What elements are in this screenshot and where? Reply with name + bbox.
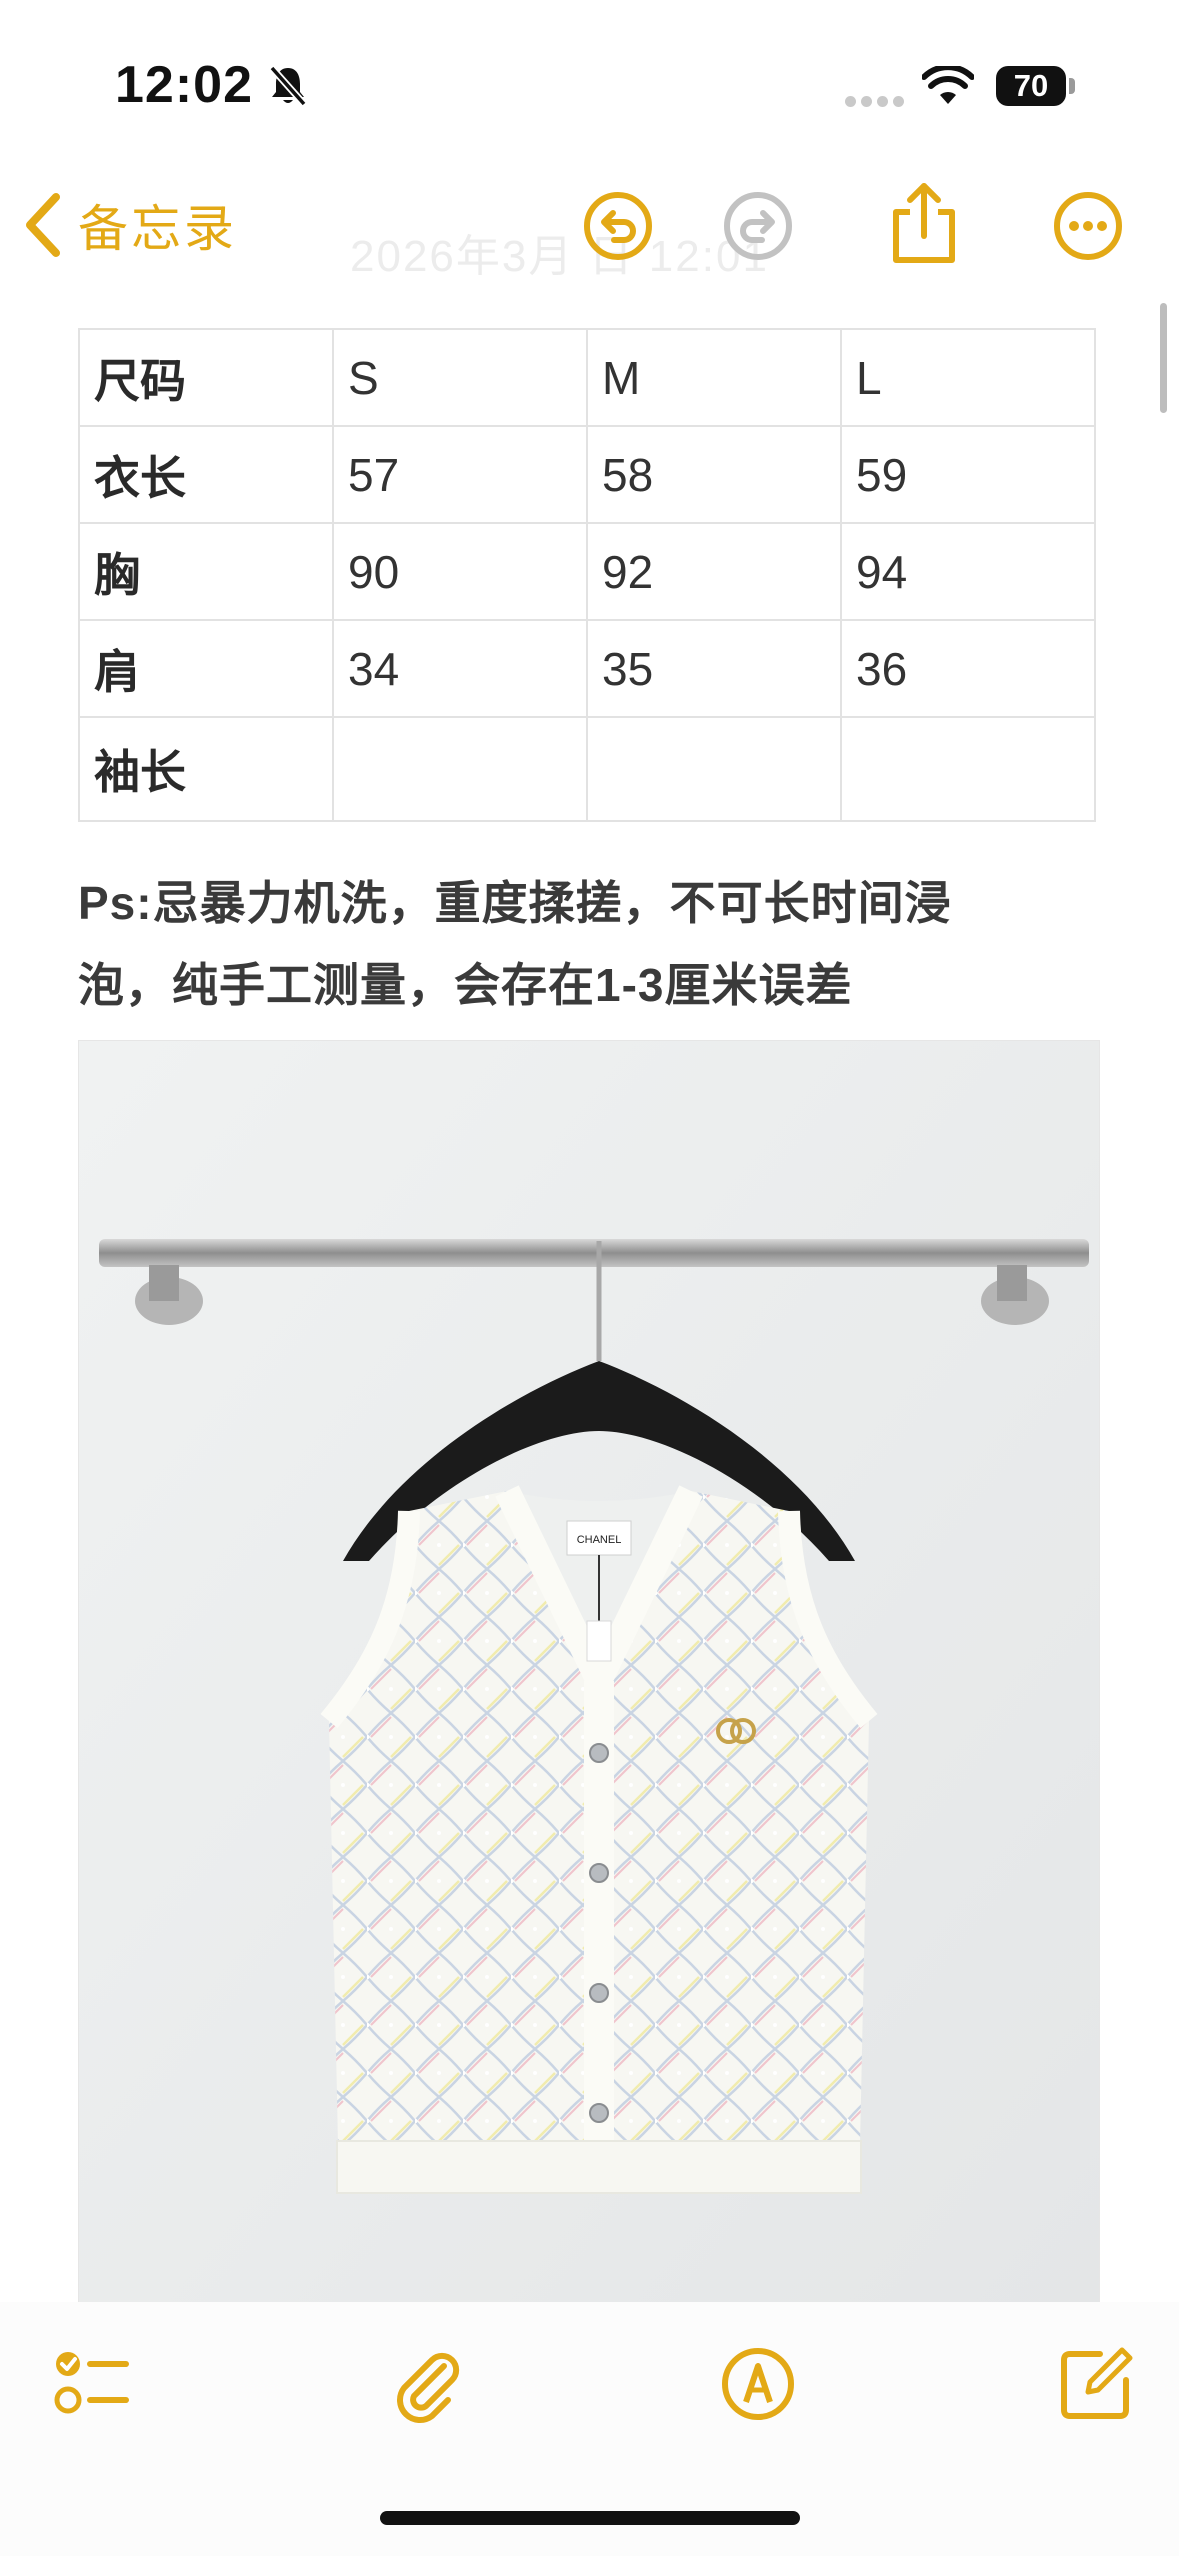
table-cell[interactable]: 胸 xyxy=(78,522,334,621)
note-date-title: 2026年3月 日 12:01 xyxy=(350,232,769,281)
table-cell[interactable]: 59 xyxy=(840,425,1096,524)
table-cell[interactable]: 90 xyxy=(332,522,588,621)
table-cell[interactable]: 57 xyxy=(332,425,588,524)
table-cell[interactable]: S xyxy=(332,328,588,427)
table-cell[interactable]: 尺码 xyxy=(78,328,334,427)
wifi-icon xyxy=(921,64,975,111)
status-bar: 12:02 70 xyxy=(0,0,1179,150)
clothing-tag-label: CHANEL xyxy=(577,1534,622,1546)
table-cell[interactable]: 58 xyxy=(586,425,842,524)
table-cell[interactable]: 肩 xyxy=(78,619,334,718)
redo-icon[interactable] xyxy=(720,188,796,264)
table-cell[interactable]: 34 xyxy=(332,619,588,718)
battery-cap xyxy=(1069,78,1075,94)
bell-slash-icon xyxy=(268,64,308,113)
markup-pen-icon[interactable] xyxy=(718,2344,798,2424)
more-icon[interactable] xyxy=(1050,188,1126,264)
table-cell[interactable]: 36 xyxy=(840,619,1096,718)
table-row: 尺码 S M L xyxy=(78,328,1096,427)
scrollbar[interactable] xyxy=(1160,303,1167,413)
undo-icon[interactable] xyxy=(580,188,656,264)
table-cell[interactable]: M xyxy=(586,328,842,427)
table-cell[interactable]: L xyxy=(840,328,1096,427)
table-row: 肩 34 35 36 xyxy=(78,619,1096,718)
table-cell[interactable] xyxy=(586,716,842,822)
table-cell[interactable]: 94 xyxy=(840,522,1096,621)
table-cell[interactable]: 衣长 xyxy=(78,425,334,524)
table-row: 衣长 57 58 59 xyxy=(78,425,1096,524)
battery-icon: 70 xyxy=(996,66,1066,106)
table-cell[interactable] xyxy=(332,716,588,822)
table-cell[interactable]: 92 xyxy=(586,522,842,621)
home-indicator[interactable] xyxy=(380,2511,800,2525)
status-time: 12:02 xyxy=(115,56,253,114)
note-body-text[interactable]: Ps:忌暴力机洗，重度揉搓，不可长时间浸 泡，纯手工测量，会存在1-3厘米误差 xyxy=(78,862,1088,1026)
back-button[interactable]: 备忘录 xyxy=(24,190,237,260)
table-cell[interactable]: 35 xyxy=(586,619,842,718)
checklist-icon[interactable] xyxy=(52,2344,132,2424)
table-cell[interactable] xyxy=(840,716,1096,822)
size-table: 尺码 S M L 衣长 57 58 59 胸 90 92 94 肩 34 35 … xyxy=(78,328,1096,822)
product-photo[interactable]: CHANEL xyxy=(78,1040,1100,2304)
chevron-left-icon xyxy=(26,193,60,257)
back-button-label: 备忘录 xyxy=(78,201,237,257)
cellular-signal-icon xyxy=(845,94,909,112)
navigation-bar: 备忘录 2026年3月 日 12:01 xyxy=(0,170,1179,300)
table-row: 袖长 xyxy=(78,716,1096,822)
paperclip-icon[interactable] xyxy=(386,2344,466,2424)
share-icon[interactable] xyxy=(886,180,962,266)
table-cell[interactable]: 袖长 xyxy=(78,716,334,822)
note-line: 泡，纯手工测量，会存在1-3厘米误差 xyxy=(78,959,853,1011)
table-row: 胸 90 92 94 xyxy=(78,522,1096,621)
compose-icon[interactable] xyxy=(1056,2344,1136,2424)
note-line: Ps:忌暴力机洗，重度揉搓，不可长时间浸 xyxy=(78,877,952,929)
